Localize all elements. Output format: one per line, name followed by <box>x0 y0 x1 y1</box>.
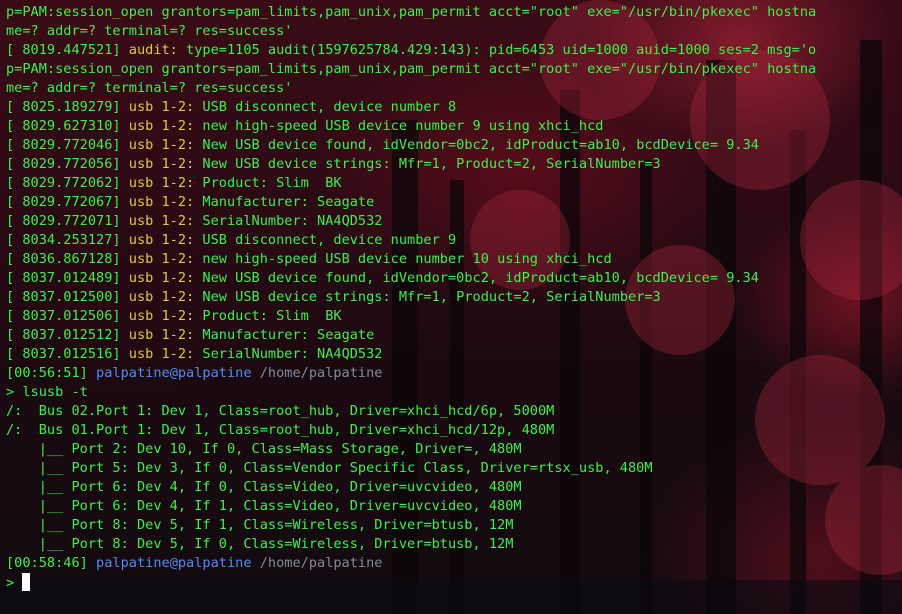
log-message: type=1105 audit(1597625784.429:143): pid… <box>177 42 817 58</box>
log-source: usb 1-2: <box>128 308 195 324</box>
log-line: [ 8029.772046] usb 1-2: New USB device f… <box>6 136 902 155</box>
input-line[interactable]: > <box>6 573 902 592</box>
log-timestamp: [ 8025.189279] <box>6 99 121 115</box>
output-text: |__ Port 5: Dev 3, If 0, Class=Vendor Sp… <box>6 460 653 476</box>
output-line: /: Bus 01.Port 1: Dev 1, Class=root_hub,… <box>6 421 902 440</box>
text-cursor[interactable] <box>22 573 31 591</box>
log-timestamp: [ 8029.772062] <box>6 175 121 191</box>
log-timestamp: [ 8037.012512] <box>6 327 121 343</box>
prompt-path: /home/palpatine <box>259 555 383 571</box>
shell-prompt: [00:56:51] palpatine@palpatine /home/pal… <box>6 364 902 383</box>
log-timestamp: [ 8037.012500] <box>6 289 121 305</box>
log-source: usb 1-2: <box>128 289 195 305</box>
log-line: [ 8029.627310] usb 1-2: new high-speed U… <box>6 117 902 136</box>
log-line: [ 8025.189279] usb 1-2: USB disconnect, … <box>6 98 902 117</box>
log-message: New USB device strings: Mfr=1, Product=2… <box>194 289 661 305</box>
command-text: > lsusb -t <box>6 384 88 400</box>
output-line: |__ Port 6: Dev 4, If 0, Class=Video, Dr… <box>6 478 902 497</box>
log-source: usb 1-2: <box>128 118 195 134</box>
log-message: Product: Slim BK <box>194 175 342 191</box>
output-line: |__ Port 8: Dev 5, If 1, Class=Wireless,… <box>6 516 902 535</box>
log-line: [ 8037.012506] usb 1-2: Product: Slim BK <box>6 307 902 326</box>
log-line: [ 8029.772071] usb 1-2: SerialNumber: NA… <box>6 212 902 231</box>
log-source: usb 1-2: <box>128 270 195 286</box>
log-timestamp: [ 8029.627310] <box>6 118 121 134</box>
log-timestamp: [ 8029.772056] <box>6 156 121 172</box>
output-text: |__ Port 8: Dev 5, If 0, Class=Wireless,… <box>6 536 514 552</box>
log-timestamp: [ 8036.867128] <box>6 251 121 267</box>
log-timestamp: [ 8037.012506] <box>6 308 121 324</box>
output-text: |__ Port 6: Dev 4, If 1, Class=Video, Dr… <box>6 498 522 514</box>
log-source: usb 1-2: <box>128 327 195 343</box>
output-line: p=PAM:session_open grantors=pam_limits,p… <box>6 60 902 79</box>
log-message: Product: Slim BK <box>194 308 342 324</box>
log-line: [ 8029.772067] usb 1-2: Manufacturer: Se… <box>6 193 902 212</box>
log-timestamp: [ 8029.772046] <box>6 137 121 153</box>
log-timestamp: [ 8029.772071] <box>6 213 121 229</box>
log-line: [ 8037.012516] usb 1-2: SerialNumber: NA… <box>6 345 902 364</box>
prompt-time: [00:58:46] <box>6 555 88 571</box>
terminal-output[interactable]: p=PAM:session_open grantors=pam_limits,p… <box>6 3 902 592</box>
output-text: |__ Port 2: Dev 10, If 0, Class=Mass Sto… <box>6 441 522 457</box>
log-line: [ 8029.772062] usb 1-2: Product: Slim BK <box>6 174 902 193</box>
output-line: |__ Port 8: Dev 5, If 0, Class=Wireless,… <box>6 535 902 554</box>
log-line: [ 8034.253127] usb 1-2: USB disconnect, … <box>6 231 902 250</box>
log-line: [ 8037.012500] usb 1-2: New USB device s… <box>6 288 902 307</box>
log-source: audit: <box>128 42 178 58</box>
log-source: usb 1-2: <box>128 251 195 267</box>
output-line: |__ Port 5: Dev 3, If 0, Class=Vendor Sp… <box>6 459 902 478</box>
log-timestamp: [ 8037.012489] <box>6 270 121 286</box>
command-line: > lsusb -t <box>6 383 902 402</box>
output-line: me=? addr=? terminal=? res=success' <box>6 22 902 41</box>
log-source: usb 1-2: <box>128 213 195 229</box>
log-line: [ 8019.447521] audit: type=1105 audit(15… <box>6 41 902 60</box>
log-message: new high-speed USB device number 10 usin… <box>194 251 612 267</box>
prompt-user: palpatine@palpatine <box>96 555 252 571</box>
output-line: p=PAM:session_open grantors=pam_limits,p… <box>6 3 902 22</box>
log-source: usb 1-2: <box>128 99 195 115</box>
prompt-time: [00:56:51] <box>6 365 88 381</box>
log-message: Manufacturer: Seagate <box>194 194 375 210</box>
log-source: usb 1-2: <box>128 137 195 153</box>
log-line: [ 8037.012512] usb 1-2: Manufacturer: Se… <box>6 326 902 345</box>
shell-prompt: [00:58:46] palpatine@palpatine /home/pal… <box>6 554 902 573</box>
output-line: me=? addr=? terminal=? res=success' <box>6 79 902 98</box>
log-source: usb 1-2: <box>128 232 195 248</box>
output-text: p=PAM:session_open grantors=pam_limits,p… <box>6 61 817 77</box>
output-text: |__ Port 6: Dev 4, If 0, Class=Video, Dr… <box>6 479 522 495</box>
output-text: me=? addr=? terminal=? res=success' <box>6 23 293 39</box>
output-text: |__ Port 8: Dev 5, If 1, Class=Wireless,… <box>6 517 514 533</box>
output-text: p=PAM:session_open grantors=pam_limits,p… <box>6 4 817 20</box>
log-timestamp: [ 8037.012516] <box>6 346 121 362</box>
log-message: New USB device strings: Mfr=1, Product=2… <box>194 156 661 172</box>
log-line: [ 8029.772056] usb 1-2: New USB device s… <box>6 155 902 174</box>
output-line: /: Bus 02.Port 1: Dev 1, Class=root_hub,… <box>6 402 902 421</box>
output-text: /: Bus 02.Port 1: Dev 1, Class=root_hub,… <box>6 403 555 419</box>
log-source: usb 1-2: <box>128 346 195 362</box>
log-timestamp: [ 8019.447521] <box>6 42 121 58</box>
output-text: /: Bus 01.Port 1: Dev 1, Class=root_hub,… <box>6 422 555 438</box>
log-message: SerialNumber: NA4QD532 <box>194 213 383 229</box>
log-source: usb 1-2: <box>128 156 195 172</box>
output-line: |__ Port 2: Dev 10, If 0, Class=Mass Sto… <box>6 440 902 459</box>
prompt-user: palpatine@palpatine <box>96 365 252 381</box>
log-timestamp: [ 8029.772067] <box>6 194 121 210</box>
log-message: New USB device found, idVendor=0bc2, idP… <box>194 270 759 286</box>
output-text: me=? addr=? terminal=? res=success' <box>6 80 293 96</box>
terminal-window[interactable]: p=PAM:session_open grantors=pam_limits,p… <box>0 0 902 614</box>
log-message: USB disconnect, device number 8 <box>194 99 457 115</box>
log-line: [ 8037.012489] usb 1-2: New USB device f… <box>6 269 902 288</box>
log-message: new high-speed USB device number 9 using… <box>194 118 604 134</box>
output-line: |__ Port 6: Dev 4, If 1, Class=Video, Dr… <box>6 497 902 516</box>
log-line: [ 8036.867128] usb 1-2: new high-speed U… <box>6 250 902 269</box>
log-source: usb 1-2: <box>128 175 195 191</box>
log-message: Manufacturer: Seagate <box>194 327 375 343</box>
log-message: USB disconnect, device number 9 <box>194 232 457 248</box>
prompt-path: /home/palpatine <box>259 365 383 381</box>
log-source: usb 1-2: <box>128 194 195 210</box>
log-message: SerialNumber: NA4QD532 <box>194 346 383 362</box>
log-message: New USB device found, idVendor=0bc2, idP… <box>194 137 759 153</box>
log-timestamp: [ 8034.253127] <box>6 232 121 248</box>
prompt-symbol: > <box>6 575 15 591</box>
